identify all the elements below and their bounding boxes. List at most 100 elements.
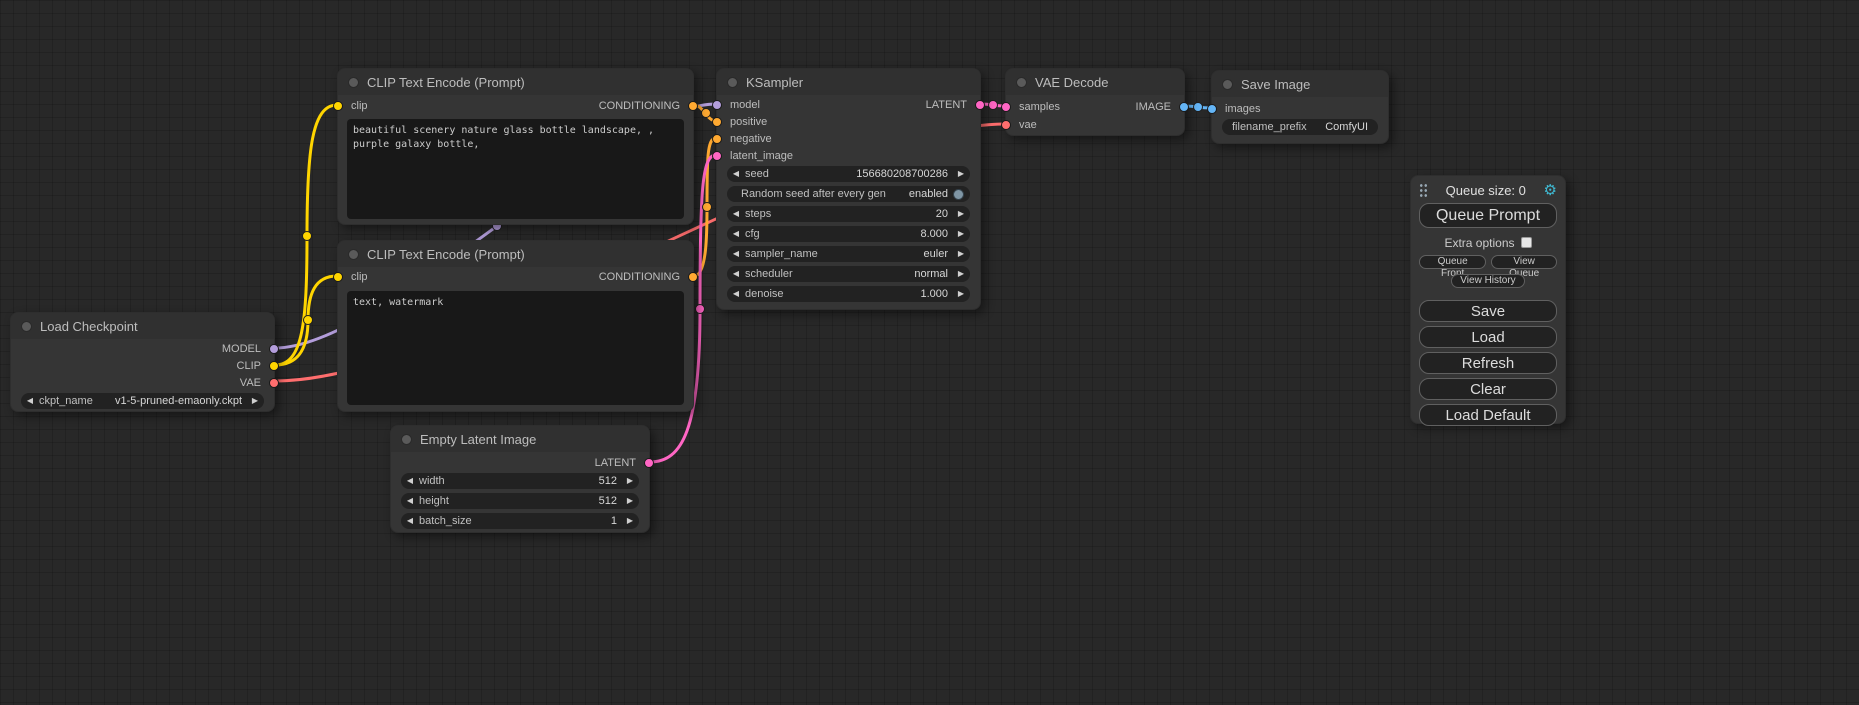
- input-port-positive[interactable]: positive: [712, 114, 775, 130]
- widget-cfg[interactable]: ◀ cfg 8.000 ▶: [727, 226, 970, 242]
- queue-prompt-button[interactable]: Queue Prompt: [1419, 203, 1557, 228]
- toggle-on-icon[interactable]: [953, 189, 964, 200]
- increment-arrow-icon[interactable]: ▶: [246, 393, 264, 409]
- node-clip-text-encode-positive[interactable]: CLIP Text Encode (Prompt) clip CONDITION…: [337, 68, 694, 225]
- node-titlebar[interactable]: CLIP Text Encode (Prompt): [338, 69, 693, 95]
- widget-ckpt-name[interactable]: ◀ ckpt_name v1-5-pruned-emaonly.ckpt ▶: [21, 393, 264, 409]
- input-port-latent-image[interactable]: latent_image: [712, 148, 801, 164]
- vae-port-icon[interactable]: [269, 378, 279, 388]
- node-save-image[interactable]: Save Image images filename_prefix ComfyU…: [1211, 70, 1389, 144]
- node-titlebar[interactable]: CLIP Text Encode (Prompt): [338, 241, 693, 267]
- increment-arrow-icon[interactable]: ▶: [952, 226, 970, 242]
- model-port-icon[interactable]: [269, 344, 279, 354]
- node-collapse-dot-icon[interactable]: [1016, 77, 1027, 88]
- node-collapse-dot-icon[interactable]: [727, 77, 738, 88]
- increment-arrow-icon[interactable]: ▶: [952, 206, 970, 222]
- node-empty-latent-image[interactable]: Empty Latent Image LATENT ◀ width 512 ▶ …: [390, 425, 650, 533]
- refresh-button[interactable]: Refresh: [1419, 352, 1557, 374]
- increment-arrow-icon[interactable]: ▶: [621, 513, 639, 529]
- decrement-arrow-icon[interactable]: ◀: [21, 393, 39, 409]
- node-titlebar[interactable]: VAE Decode: [1006, 69, 1184, 95]
- widget-batch-size[interactable]: ◀ batch_size 1 ▶: [401, 513, 639, 529]
- image-port-icon[interactable]: [1179, 102, 1189, 112]
- decrement-arrow-icon[interactable]: ◀: [401, 473, 419, 489]
- output-port-latent[interactable]: LATENT: [587, 455, 654, 471]
- conditioning-port-icon[interactable]: [688, 272, 698, 282]
- widget-sampler-name[interactable]: ◀ sampler_name euler ▶: [727, 246, 970, 262]
- widget-filename-prefix[interactable]: filename_prefix ComfyUI: [1222, 119, 1378, 135]
- view-history-button[interactable]: View History: [1451, 274, 1524, 288]
- decrement-arrow-icon[interactable]: ◀: [727, 266, 745, 282]
- node-collapse-dot-icon[interactable]: [21, 321, 32, 332]
- node-clip-text-encode-negative[interactable]: CLIP Text Encode (Prompt) clip CONDITION…: [337, 240, 694, 412]
- output-port-model[interactable]: MODEL: [214, 341, 279, 357]
- decrement-arrow-icon[interactable]: ◀: [727, 246, 745, 262]
- input-port-vae[interactable]: vae: [1001, 117, 1045, 133]
- output-port-image[interactable]: IMAGE: [1128, 99, 1189, 115]
- widget-random-seed-toggle[interactable]: Random seed after every gen enabled: [727, 186, 970, 202]
- node-titlebar[interactable]: Empty Latent Image: [391, 426, 649, 452]
- clip-port-icon[interactable]: [333, 272, 343, 282]
- output-port-conditioning[interactable]: CONDITIONING: [591, 269, 698, 285]
- increment-arrow-icon[interactable]: ▶: [952, 266, 970, 282]
- drag-handle-icon[interactable]: [1419, 183, 1428, 198]
- decrement-arrow-icon[interactable]: ◀: [727, 286, 745, 302]
- image-port-icon[interactable]: [1207, 104, 1217, 114]
- decrement-arrow-icon[interactable]: ◀: [727, 166, 745, 182]
- widget-denoise[interactable]: ◀ denoise 1.000 ▶: [727, 286, 970, 302]
- clip-port-icon[interactable]: [269, 361, 279, 371]
- decrement-arrow-icon[interactable]: ◀: [727, 206, 745, 222]
- increment-arrow-icon[interactable]: ▶: [952, 286, 970, 302]
- input-port-negative[interactable]: negative: [712, 131, 780, 147]
- prompt-textarea[interactable]: beautiful scenery nature glass bottle la…: [347, 119, 684, 219]
- prompt-textarea[interactable]: text, watermark: [347, 291, 684, 405]
- node-collapse-dot-icon[interactable]: [348, 77, 359, 88]
- node-collapse-dot-icon[interactable]: [401, 434, 412, 445]
- conditioning-port-icon[interactable]: [712, 134, 722, 144]
- output-port-clip[interactable]: CLIP: [229, 358, 279, 374]
- extra-options-checkbox[interactable]: [1521, 237, 1532, 248]
- widget-steps[interactable]: ◀ steps 20 ▶: [727, 206, 970, 222]
- input-port-model[interactable]: model: [712, 97, 768, 113]
- widget-height[interactable]: ◀ height 512 ▶: [401, 493, 639, 509]
- decrement-arrow-icon[interactable]: ◀: [401, 513, 419, 529]
- input-port-clip[interactable]: clip: [333, 269, 376, 285]
- widget-seed[interactable]: ◀ seed 156680208700286 ▶: [727, 166, 970, 182]
- output-port-latent[interactable]: LATENT: [918, 97, 985, 113]
- input-port-samples[interactable]: samples: [1001, 99, 1068, 115]
- node-ksampler[interactable]: KSampler model positive negative latent_…: [716, 68, 981, 310]
- node-titlebar[interactable]: Save Image: [1212, 71, 1388, 97]
- latent-port-icon[interactable]: [975, 100, 985, 110]
- node-load-checkpoint[interactable]: Load Checkpoint MODEL CLIP VAE ◀ ckpt_na…: [10, 312, 275, 412]
- model-port-icon[interactable]: [712, 100, 722, 110]
- output-port-conditioning[interactable]: CONDITIONING: [591, 98, 698, 114]
- latent-port-icon[interactable]: [1001, 102, 1011, 112]
- view-queue-button[interactable]: View Queue: [1491, 255, 1557, 269]
- load-button[interactable]: Load: [1419, 326, 1557, 348]
- vae-port-icon[interactable]: [1001, 120, 1011, 130]
- node-titlebar[interactable]: KSampler: [717, 69, 980, 95]
- increment-arrow-icon[interactable]: ▶: [621, 493, 639, 509]
- input-port-images[interactable]: images: [1207, 101, 1268, 117]
- node-collapse-dot-icon[interactable]: [348, 249, 359, 260]
- clear-button[interactable]: Clear: [1419, 378, 1557, 400]
- settings-gear-icon[interactable]: ⚙: [1544, 183, 1557, 198]
- conditioning-port-icon[interactable]: [712, 117, 722, 127]
- increment-arrow-icon[interactable]: ▶: [952, 246, 970, 262]
- save-button[interactable]: Save: [1419, 300, 1557, 322]
- decrement-arrow-icon[interactable]: ◀: [727, 226, 745, 242]
- widget-scheduler[interactable]: ◀ scheduler normal ▶: [727, 266, 970, 282]
- input-port-clip[interactable]: clip: [333, 98, 376, 114]
- clip-port-icon[interactable]: [333, 101, 343, 111]
- increment-arrow-icon[interactable]: ▶: [621, 473, 639, 489]
- load-default-button[interactable]: Load Default: [1419, 404, 1557, 426]
- decrement-arrow-icon[interactable]: ◀: [401, 493, 419, 509]
- increment-arrow-icon[interactable]: ▶: [952, 166, 970, 182]
- latent-port-icon[interactable]: [712, 151, 722, 161]
- node-vae-decode[interactable]: VAE Decode samples vae IMAGE: [1005, 68, 1185, 136]
- queue-front-button[interactable]: Queue Front: [1419, 255, 1486, 269]
- widget-width[interactable]: ◀ width 512 ▶: [401, 473, 639, 489]
- latent-port-icon[interactable]: [644, 458, 654, 468]
- conditioning-port-icon[interactable]: [688, 101, 698, 111]
- node-collapse-dot-icon[interactable]: [1222, 79, 1233, 90]
